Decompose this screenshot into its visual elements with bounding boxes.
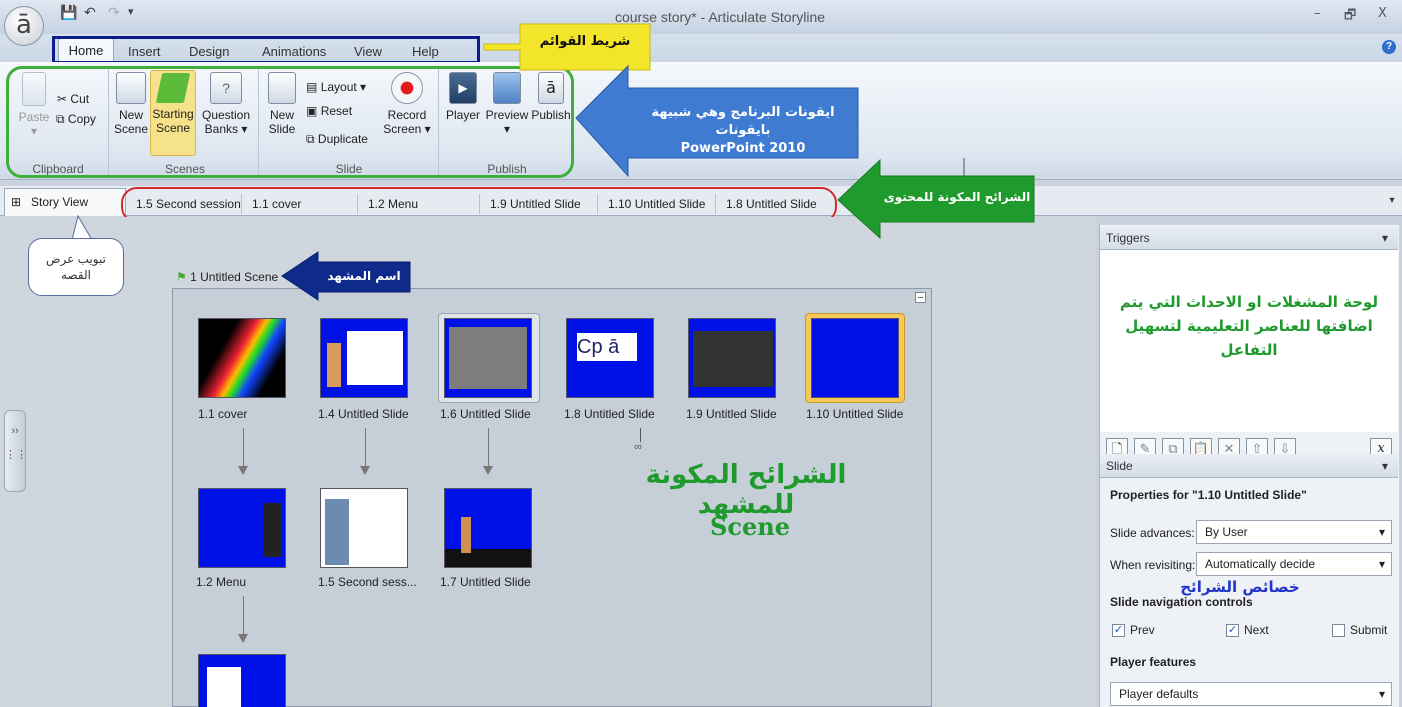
scene-word-annotation: Scene [710, 512, 790, 541]
storyline-window: ā 💾 ↶ ↷ ▾ course story* - Articulate Sto… [0, 0, 1402, 707]
triggers-annotation-line-2: اضافتها للعناصر التعليمية لتسهيل [1125, 317, 1373, 335]
triggers-annotation-line-3: التفاعل [1220, 341, 1278, 359]
story-view-callout-tail [71, 214, 93, 241]
icons-annotation-line-2: PowerPoint 2010 [680, 141, 806, 156]
triggers-annotation-line-1: لوحة المشغلات او الاحداث التي يتم [1119, 293, 1379, 311]
scene-slides-annotation: الشرائح المكونة للمشهد [645, 460, 847, 520]
slide-props-annotation: خصائص الشرائح [1180, 578, 1300, 596]
story-view-callout: تبويب عرض القصه [28, 238, 124, 296]
icons-annotation-line-1: ايقونات البرنامج وهي شبيهة بايقونات [651, 105, 835, 138]
story-view-callout-line-1: تبويب عرض [46, 252, 106, 266]
triggers-annotation: لوحة المشغلات او الاحداث التي يتم اضافتها… [1104, 290, 1394, 362]
story-view-callout-line-2: القصه [61, 268, 91, 282]
app-logo-icon[interactable]: ā [4, 6, 44, 46]
icons-annotation: ايقونات البرنامج وهي شبيهة بايقونات Power… [628, 104, 858, 158]
menu-bar-annotation: شريط القوائم [539, 34, 631, 49]
scene-name-annotation: اسم المشهد [327, 269, 401, 283]
content-slides-annotation: الشرائح المكونة للمحتوى [883, 190, 1031, 204]
